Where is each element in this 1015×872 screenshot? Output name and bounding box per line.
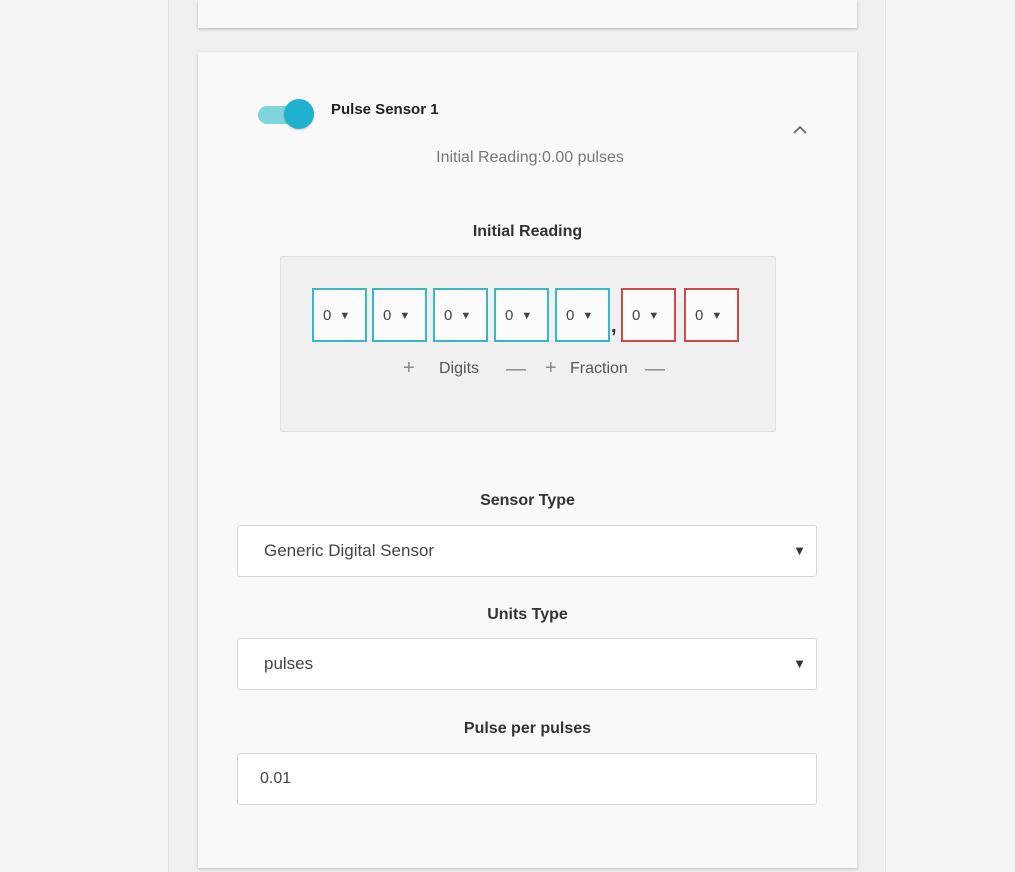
add-digit-button[interactable]: + bbox=[403, 357, 415, 380]
sensor-type-value: Generic Digital Sensor bbox=[264, 541, 435, 560]
sensor-card bbox=[198, 52, 857, 868]
pulse-per-value: 0.01 bbox=[260, 770, 292, 787]
digit-select-5[interactable]: 0 ▼ bbox=[555, 288, 610, 342]
digit-select-2[interactable]: 0 ▼ bbox=[372, 288, 427, 342]
fraction-select-2[interactable]: 0 ▼ bbox=[684, 288, 739, 342]
remove-fraction-button[interactable]: — bbox=[645, 358, 665, 381]
fraction-select-1[interactable]: 0 ▼ bbox=[621, 288, 676, 342]
digit-value: 0 bbox=[383, 307, 392, 324]
decimal-separator: , bbox=[611, 315, 617, 337]
reading-summary: Initial Reading:0.00 pulses bbox=[436, 149, 624, 166]
triangle-down-icon: ▼ bbox=[582, 310, 594, 322]
previous-card bbox=[198, 0, 857, 28]
fraction-label: Fraction bbox=[570, 360, 628, 377]
collapse-button[interactable] bbox=[786, 118, 814, 142]
digit-value: 0 bbox=[695, 307, 704, 324]
remove-digit-button[interactable]: — bbox=[506, 358, 526, 381]
digit-select-4[interactable]: 0 ▼ bbox=[494, 288, 549, 342]
triangle-down-icon: ▼ bbox=[711, 310, 723, 322]
digit-value: 0 bbox=[323, 307, 332, 324]
initial-reading-panel bbox=[280, 256, 776, 432]
units-type-value: pulses bbox=[264, 654, 314, 673]
add-fraction-button[interactable]: + bbox=[545, 357, 557, 380]
digit-value: 0 bbox=[444, 307, 453, 324]
digit-select-3[interactable]: 0 ▼ bbox=[433, 288, 488, 342]
chevron-up-icon bbox=[793, 125, 807, 134]
digits-label: Digits bbox=[439, 360, 480, 377]
sensor-title: Pulse Sensor 1 bbox=[331, 101, 439, 118]
units-type-label: Units Type bbox=[487, 606, 568, 623]
digit-value: 0 bbox=[566, 307, 575, 324]
pulse-per-label: Pulse per pulses bbox=[463, 720, 592, 737]
digit-select-1[interactable]: 0 ▼ bbox=[312, 288, 367, 342]
triangle-down-icon: ▼ bbox=[460, 310, 472, 322]
toggle-knob bbox=[284, 99, 314, 129]
triangle-down-icon: ▼ bbox=[648, 310, 660, 322]
units-type-select[interactable]: pulses ▼ bbox=[237, 638, 817, 690]
sensor-type-select[interactable]: Generic Digital Sensor ▼ bbox=[237, 525, 817, 577]
sensor-enable-toggle[interactable] bbox=[258, 98, 314, 132]
triangle-down-icon: ▼ bbox=[793, 543, 806, 558]
initial-reading-label: Initial Reading bbox=[472, 223, 583, 240]
triangle-down-icon: ▼ bbox=[399, 310, 411, 322]
triangle-down-icon: ▼ bbox=[793, 656, 806, 671]
digit-value: 0 bbox=[632, 307, 641, 324]
pulse-per-input[interactable]: 0.01 bbox=[237, 753, 817, 805]
triangle-down-icon: ▼ bbox=[339, 310, 351, 322]
digit-value: 0 bbox=[505, 307, 514, 324]
sensor-type-label: Sensor Type bbox=[480, 492, 575, 509]
triangle-down-icon: ▼ bbox=[521, 310, 533, 322]
